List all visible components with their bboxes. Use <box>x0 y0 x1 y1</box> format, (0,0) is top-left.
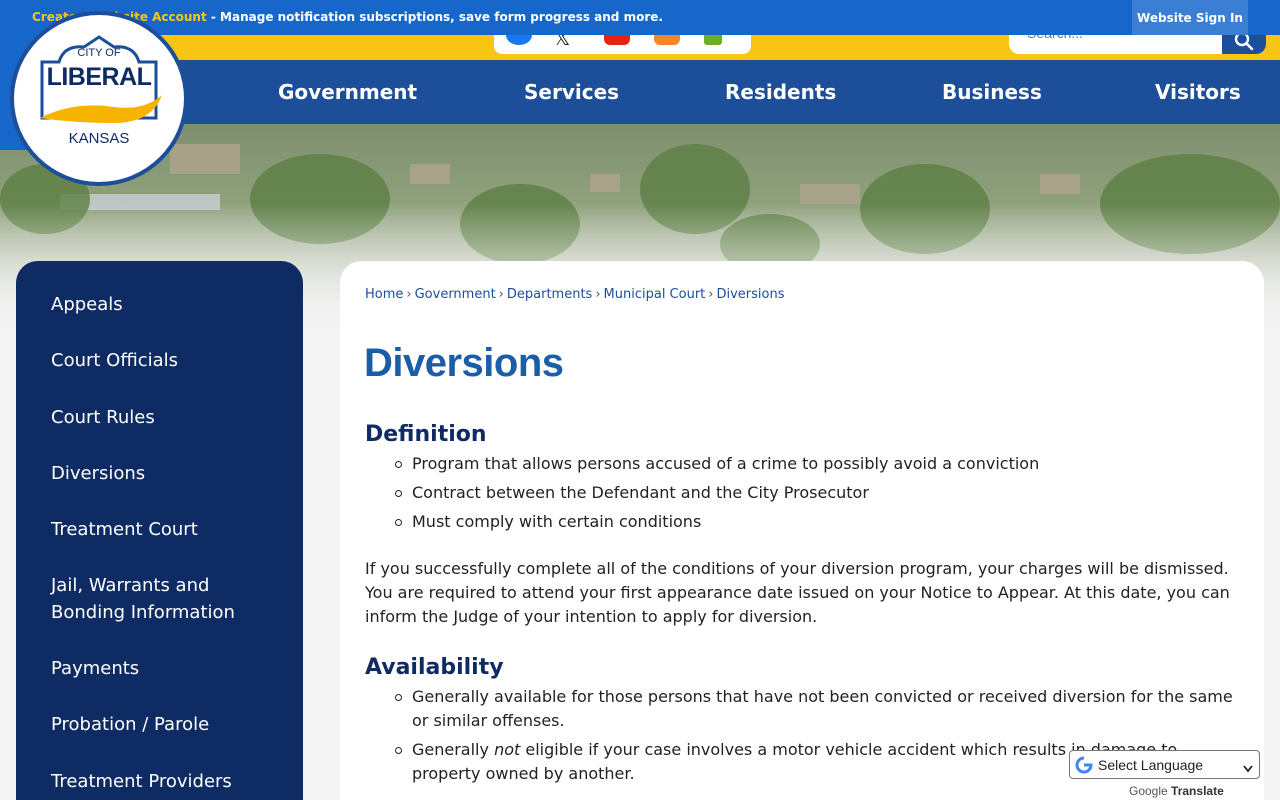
breadcrumb-diversions[interactable]: Diversions <box>716 287 784 302</box>
city-logo-graphic <box>40 35 162 123</box>
nav-visitors[interactable]: Visitors <box>1155 60 1241 124</box>
breadcrumb-government[interactable]: Government <box>415 287 496 302</box>
sidebar-item-court-officials[interactable]: Court Officials <box>51 347 178 374</box>
list-item-text: eligible if your case involves a motor v… <box>412 740 1178 783</box>
list-item-text: Generally <box>412 740 495 759</box>
hero-building <box>410 164 450 184</box>
instagram-icon[interactable] <box>654 35 680 45</box>
sidebar-item-appeals[interactable]: Appeals <box>51 291 123 318</box>
definition-list: Program that allows persons accused of a… <box>394 452 1039 539</box>
page-title: Diversions <box>364 341 564 385</box>
language-select[interactable]: Select Language <box>1069 750 1260 779</box>
notification-bar: Create a Website Account - Manage notifi… <box>0 0 1280 35</box>
breadcrumb-separator: › <box>708 287 714 302</box>
nav-residents[interactable]: Residents <box>725 60 836 124</box>
definition-heading: Definition <box>365 422 487 447</box>
nextdoor-icon[interactable] <box>704 35 722 45</box>
breadcrumb-separator: › <box>406 287 412 302</box>
main-content: Home › Government › Departments › Municipal Co… <box>340 261 1264 800</box>
breadcrumb-departments[interactable]: Departments <box>507 287 592 302</box>
facebook-icon[interactable] <box>506 35 532 45</box>
google-g-icon <box>1075 756 1093 774</box>
sidebar-item-diversions[interactable]: Diversions <box>51 460 145 487</box>
list-item: Program that allows persons accused of a… <box>394 452 1039 476</box>
hero-building <box>1040 174 1080 194</box>
search-input[interactable] <box>1027 35 1217 41</box>
powered-by-google[interactable]: Google Translate <box>1129 784 1224 798</box>
sidebar-item-payments[interactable]: Payments <box>51 655 139 682</box>
notification-message: - Manage notification subscriptions, sav… <box>206 10 663 24</box>
x-twitter-icon[interactable]: 𝕏 <box>554 35 570 50</box>
breadcrumb-separator: › <box>595 287 601 302</box>
youtube-icon[interactable] <box>604 35 630 45</box>
search-button[interactable] <box>1222 35 1266 54</box>
logo-city-of: CITY OF <box>77 47 121 59</box>
sidebar-item-probation-parole[interactable]: Probation / Parole <box>51 711 209 738</box>
breadcrumb: Home › Government › Departments › Municipal Co… <box>365 287 785 302</box>
logo-liberal: LIBERAL <box>46 63 152 91</box>
list-item: Generally available for those persons th… <box>395 685 1242 733</box>
breadcrumb-home[interactable]: Home <box>365 287 403 302</box>
main-navigation: Government Services Residents Business V… <box>0 60 1280 124</box>
search-box <box>1009 35 1266 54</box>
breadcrumb-municipal-court[interactable]: Municipal Court <box>604 287 706 302</box>
nav-services[interactable]: Services <box>524 60 619 124</box>
translate-word: Translate <box>1171 784 1224 798</box>
sidebar-item-treatment-court[interactable]: Treatment Court <box>51 516 198 543</box>
availability-heading: Availability <box>365 655 504 680</box>
language-select-label: Select Language <box>1098 756 1204 773</box>
list-item: Contract between the Defendant and the C… <box>394 481 1039 505</box>
list-item: Must comply with certain conditions <box>394 510 1039 534</box>
breadcrumb-separator: › <box>498 287 504 302</box>
hero-building <box>800 184 860 204</box>
hero-building <box>590 174 620 192</box>
nav-government[interactable]: Government <box>278 60 417 124</box>
social-links: 𝕏 <box>494 35 751 54</box>
google-wordmark: Google <box>1129 784 1168 798</box>
sidebar-item-treatment-providers[interactable]: Treatment Providers <box>51 768 232 795</box>
sidebar-item-jail-warrants[interactable]: Jail, Warrants and Bonding Information <box>51 572 271 626</box>
sidebar-navigation: Appeals Court Officials Court Rules Dive… <box>16 261 303 800</box>
nav-business[interactable]: Business <box>942 60 1042 124</box>
website-sign-in-button[interactable]: Website Sign In <box>1132 0 1248 35</box>
city-logo[interactable]: CITY OF LIBERAL KANSAS <box>10 11 188 186</box>
chevron-down-icon <box>1243 760 1253 776</box>
sidebar-item-court-rules[interactable]: Court Rules <box>51 404 155 431</box>
list-item-emphasis: not <box>494 740 521 759</box>
diversion-paragraph: If you successfully complete all of the … <box>365 559 1230 626</box>
logo-kansas: KANSAS <box>68 130 130 147</box>
search-icon <box>1234 35 1254 50</box>
